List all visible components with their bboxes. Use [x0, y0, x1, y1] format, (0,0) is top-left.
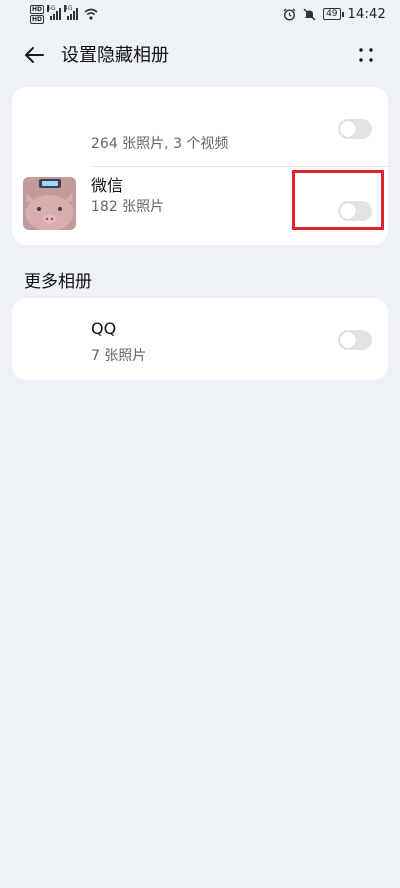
- signal-tag: 5G: [47, 5, 56, 12]
- mute-icon: [303, 8, 316, 20]
- highlight-box: [292, 170, 384, 230]
- album-thumbnail: [23, 177, 76, 230]
- back-arrow-icon[interactable]: [22, 43, 46, 67]
- status-left: HD HD 5G 4G: [30, 4, 98, 24]
- alarm-icon: [283, 8, 296, 21]
- section-title: 更多相册: [24, 272, 92, 292]
- hide-album-toggle[interactable]: [338, 119, 372, 139]
- album-count: 264 张照片, 3 个视频: [91, 136, 229, 152]
- album-name: 微信: [91, 176, 124, 195]
- toggle-knob: [340, 121, 356, 137]
- clock: 14:42: [347, 6, 386, 22]
- more-albums-card: QQ 7 张照片: [12, 298, 388, 380]
- signal-icon: 4G: [64, 5, 79, 20]
- hd-badge: HD: [30, 14, 45, 24]
- battery-indicator: 49: [323, 8, 345, 20]
- album-count: 7 张照片: [91, 348, 147, 364]
- hd-badge: HD: [30, 4, 45, 14]
- signal-icon: 5G: [47, 5, 62, 20]
- more-options-icon[interactable]: [354, 43, 378, 67]
- network-badges: HD HD: [30, 4, 45, 24]
- wifi-icon: [84, 8, 98, 20]
- album-count: 182 张照片: [91, 199, 165, 215]
- page-title: 设置隐藏相册: [61, 45, 169, 66]
- toggle-knob: [340, 332, 356, 348]
- app-bar: 设置隐藏相册: [0, 33, 400, 77]
- pig-image-icon: [23, 177, 76, 230]
- hide-album-toggle[interactable]: [338, 330, 372, 350]
- album-name: QQ: [91, 319, 117, 338]
- status-right: 49 14:42: [283, 7, 386, 22]
- album-thumbnail: [23, 101, 76, 154]
- signal-tag: 4G: [64, 5, 73, 12]
- album-thumbnail: [23, 312, 76, 365]
- album-row[interactable]: QQ 7 张照片: [12, 300, 388, 378]
- album-row[interactable]: 264 张照片, 3 个视频: [12, 89, 388, 167]
- status-bar: HD HD 5G 4G 49 14:42: [0, 0, 400, 28]
